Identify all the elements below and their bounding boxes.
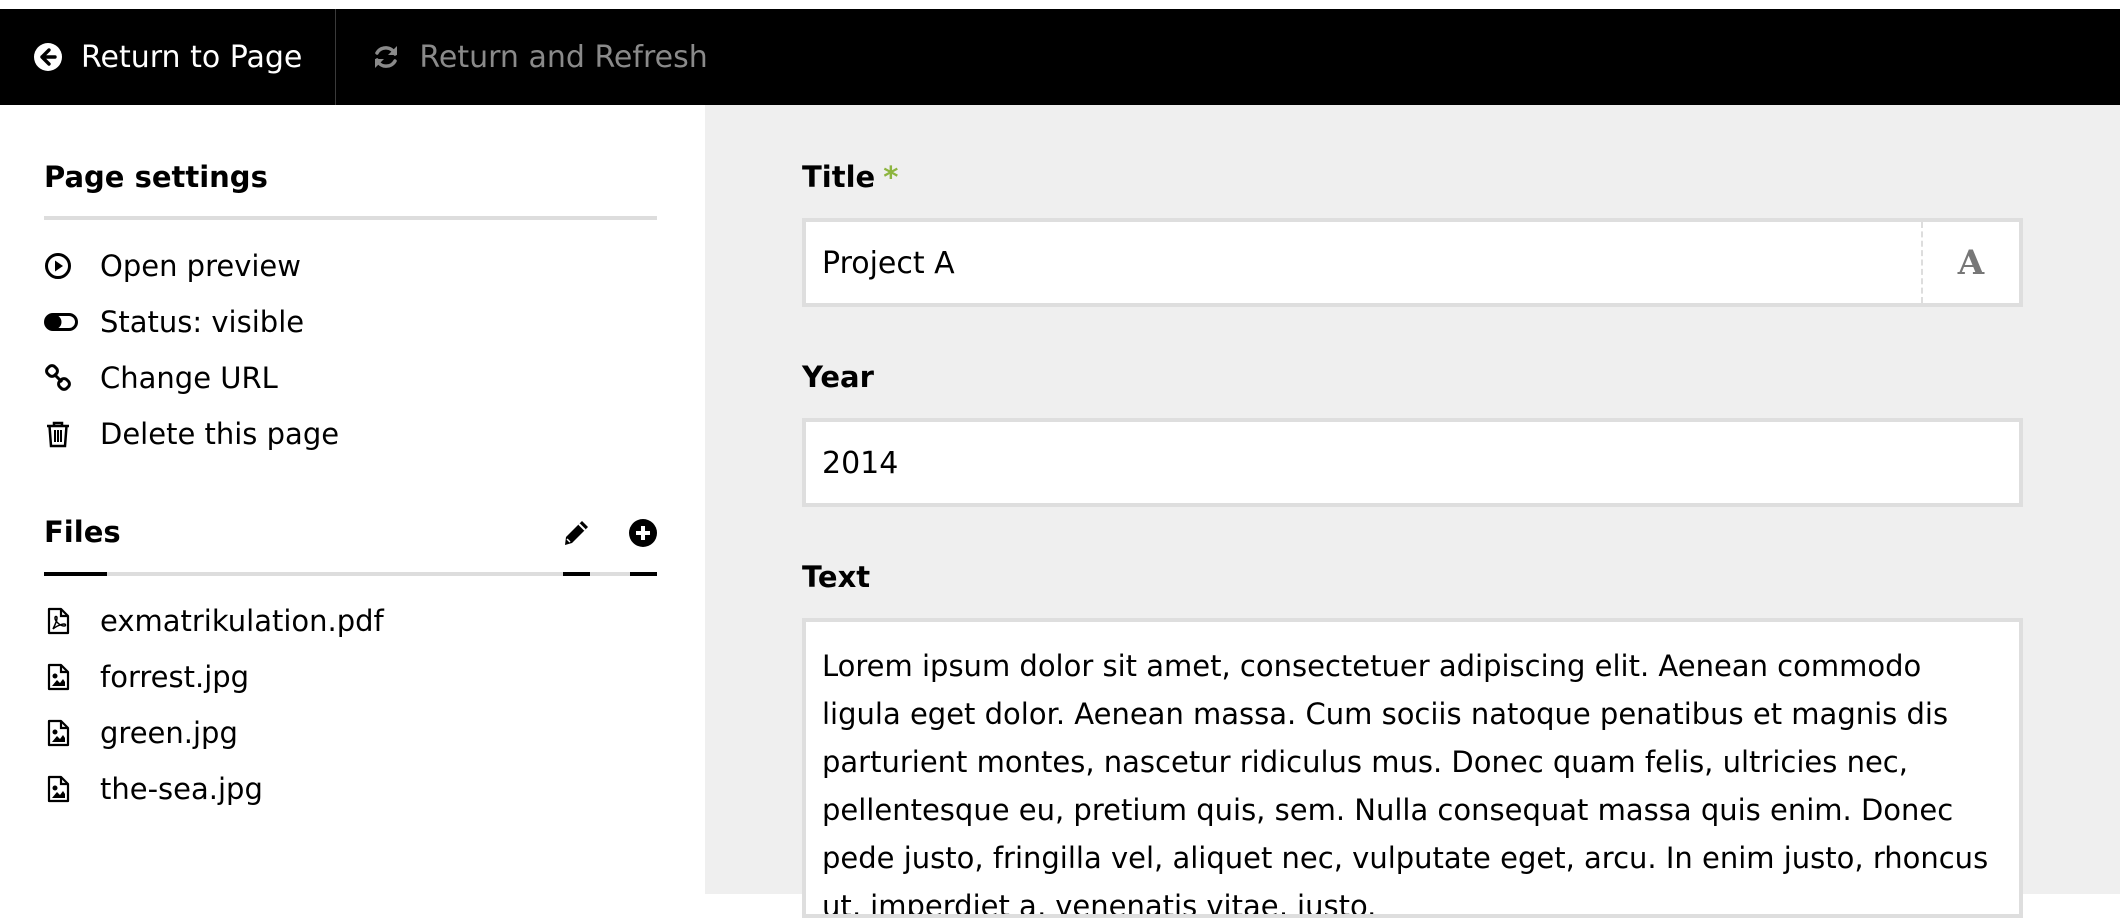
edit-divider-accent (563, 572, 590, 576)
status-label: Status: visible (100, 305, 305, 339)
file-item[interactable]: the-sea.jpg (44, 769, 263, 809)
change-url-label: Change URL (100, 361, 278, 395)
main-form: Title * Project A A Year 2014 Text Lorem … (705, 105, 2120, 918)
file-item[interactable]: forrest.jpg (44, 657, 249, 697)
delete-page-link[interactable]: Delete this page (44, 414, 339, 454)
files-heading: Files (44, 515, 121, 549)
return-and-refresh-label: Return and Refresh (419, 39, 708, 75)
add-divider-accent (630, 572, 657, 576)
return-and-refresh-button[interactable]: Return and Refresh (336, 9, 740, 105)
return-to-page-label: Return to Page (81, 39, 303, 75)
page-settings-heading: Page settings (44, 160, 268, 194)
title-field-label: Title * (802, 160, 898, 194)
toggle-on-icon (44, 313, 78, 331)
image-file-icon (47, 663, 70, 691)
arrow-circle-left-icon (34, 43, 62, 71)
file-name: green.jpg (100, 716, 238, 750)
files-divider-accent (44, 572, 107, 576)
status-toggle-link[interactable]: Status: visible (44, 302, 304, 342)
file-name: forrest.jpg (100, 660, 250, 694)
trash-icon (47, 421, 69, 448)
title-input[interactable]: Project A A (802, 218, 2023, 307)
image-file-icon (47, 775, 70, 803)
title-input-value: Project A (822, 246, 955, 281)
year-input[interactable]: 2014 (802, 418, 2023, 507)
pdf-file-icon (47, 607, 70, 635)
file-item[interactable]: exmatrikulation.pdf (44, 601, 384, 641)
open-preview-label: Open preview (100, 249, 301, 283)
file-item[interactable]: green.jpg (44, 713, 238, 753)
topbar: Return to Page Return and Refresh (0, 9, 2120, 105)
required-marker: * (883, 160, 899, 194)
delete-page-label: Delete this page (100, 417, 340, 451)
play-circle-icon (45, 253, 71, 279)
title-widget-button[interactable]: A (1921, 222, 2019, 303)
title-label-text: Title (802, 160, 876, 194)
file-name: the-sea.jpg (100, 772, 263, 806)
add-circle-icon[interactable] (628, 518, 658, 548)
open-preview-link[interactable]: Open preview (44, 246, 301, 286)
year-field-label: Year (802, 360, 874, 394)
year-input-value: 2014 (822, 446, 899, 481)
image-file-icon (47, 719, 70, 747)
link-icon (45, 364, 71, 391)
return-to-page-button[interactable]: Return to Page (0, 9, 337, 105)
file-name: exmatrikulation.pdf (100, 604, 384, 638)
sidebar: Page settings Open preview Status: visib… (0, 105, 705, 894)
refresh-icon (375, 46, 398, 68)
text-textarea[interactable]: Lorem ipsum dolor sit amet, consectetuer… (802, 618, 2023, 918)
top-strip (0, 0, 2120, 9)
pencil-icon[interactable] (561, 518, 591, 548)
text-textarea-content: Lorem ipsum dolor sit amet, consectetuer… (822, 649, 1989, 918)
change-url-link[interactable]: Change URL (44, 358, 278, 398)
text-field-label: Text (802, 560, 871, 594)
title-widget-glyph: A (1957, 242, 1985, 283)
page-settings-divider (44, 216, 657, 220)
